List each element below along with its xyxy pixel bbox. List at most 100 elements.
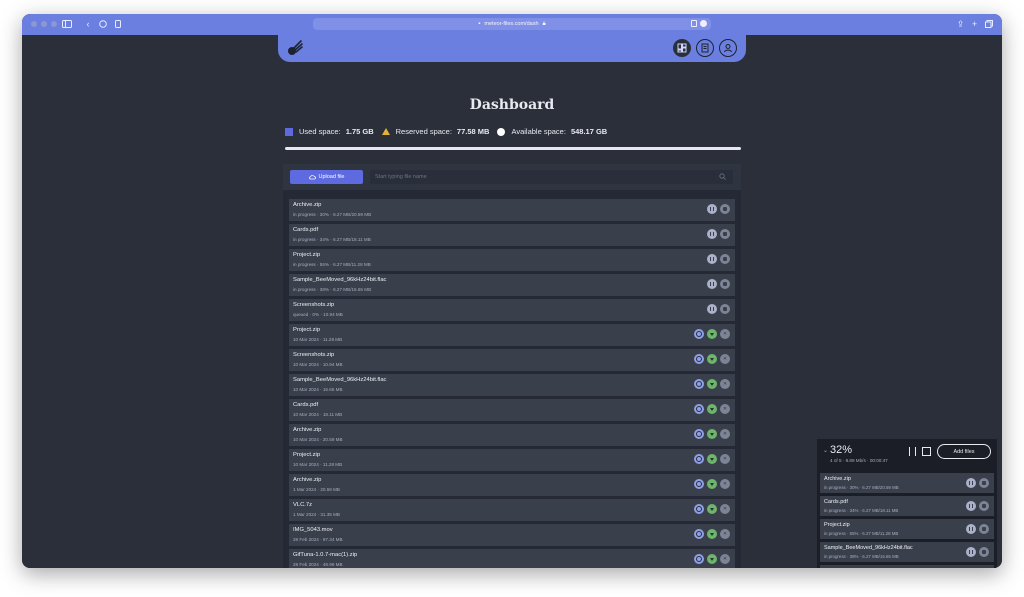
pause-icon[interactable] [707, 279, 717, 289]
pause-icon[interactable] [707, 229, 717, 239]
file-row[interactable]: Project.zip 10 Mar 2024 · 11.28 MB [289, 449, 735, 471]
file-row[interactable]: Screenshots.zip 10 Mar 2024 · 10.94 MB [289, 349, 735, 371]
pause-icon[interactable] [966, 501, 976, 511]
address-bar[interactable]: ▪ meteor-files.com/dash 🔒︎ [313, 18, 711, 30]
docs-icon[interactable] [696, 39, 714, 57]
file-row[interactable]: GifTuna-1.0.7-mac(1).zip 28 Feb 2024 · 48… [289, 549, 735, 568]
link-icon[interactable] [694, 504, 704, 514]
account-icon[interactable] [719, 39, 737, 57]
stop-icon[interactable] [720, 279, 730, 289]
pause-all-icon[interactable] [909, 447, 916, 456]
pause-icon[interactable] [707, 304, 717, 314]
delete-icon[interactable] [720, 404, 730, 414]
file-row[interactable]: Cards.pdf in progress · 34% · 6.27 MB/18.… [289, 224, 735, 246]
extension-icon[interactable] [700, 20, 707, 27]
stop-all-icon[interactable] [922, 447, 931, 456]
upload-percent[interactable]: ⌄ 32% [823, 444, 852, 456]
delete-icon[interactable] [720, 379, 730, 389]
file-row[interactable]: Archive.zip 10 Mar 2024 · 20.59 MB [289, 424, 735, 446]
pause-icon[interactable] [966, 478, 976, 488]
sidebar-toggle-icon[interactable] [60, 18, 74, 30]
file-row[interactable]: Cards.pdf 10 Mar 2024 · 18.11 MB [289, 399, 735, 421]
link-icon[interactable] [694, 529, 704, 539]
upload-queue-row[interactable]: Cards.pdf in progress · 34% · 6.27 MB/18.… [820, 496, 994, 516]
link-icon[interactable] [694, 554, 704, 564]
download-icon[interactable] [707, 404, 717, 414]
search-input[interactable] [375, 174, 705, 180]
tab-overview-icon[interactable] [984, 18, 994, 30]
link-icon[interactable] [694, 329, 704, 339]
download-icon[interactable] [707, 354, 717, 364]
stop-icon[interactable] [979, 524, 989, 534]
stop-icon[interactable] [720, 204, 730, 214]
add-files-button[interactable]: Add files [937, 444, 991, 459]
dashboard-icon[interactable] [673, 39, 691, 57]
stop-icon[interactable] [720, 229, 730, 239]
download-icon[interactable] [707, 329, 717, 339]
upload-queue-row[interactable]: Project.zip in progress · 55% · 6.27 MB/1… [820, 519, 994, 539]
upload-file-button[interactable]: Upload file [290, 170, 363, 184]
link-icon[interactable] [694, 379, 704, 389]
stop-icon[interactable] [979, 478, 989, 488]
delete-icon[interactable] [720, 554, 730, 564]
download-icon[interactable] [707, 504, 717, 514]
delete-icon[interactable] [720, 329, 730, 339]
delete-icon[interactable] [720, 429, 730, 439]
search-icon[interactable] [719, 173, 726, 180]
file-row[interactable]: Archive.zip in progress · 30% · 6.27 MB/2… [289, 199, 735, 221]
delete-icon[interactable] [720, 354, 730, 364]
link-icon[interactable] [694, 429, 704, 439]
download-icon[interactable] [707, 379, 717, 389]
upload-queue-row[interactable]: Archive.zip in progress · 30% · 6.27 MB/2… [820, 473, 994, 493]
file-row[interactable]: Sample_BeeMoved_96kHz24bit.flac in progre… [289, 274, 735, 296]
tab-icon[interactable] [114, 18, 122, 30]
search-box[interactable] [370, 170, 733, 184]
file-row[interactable]: IMG_5043.mov 28 Feb 2024 · 97.34 MB [289, 524, 735, 546]
meteor-logo-icon[interactable] [286, 39, 304, 57]
page-content: Dashboard Used space: 1.75 GB Reserved s… [22, 35, 1002, 568]
file-name: Sample_BeeMoved_96kHz24bit.flac [293, 377, 387, 383]
delete-icon[interactable] [720, 529, 730, 539]
stop-icon[interactable] [979, 547, 989, 557]
file-meta: 28 Feb 2024 · 97.34 MB [293, 537, 343, 542]
stop-icon[interactable] [720, 304, 730, 314]
file-meta: 10 Mar 2024 · 11.28 MB [293, 337, 343, 342]
link-icon[interactable] [694, 479, 704, 489]
storage-progress-bar [285, 147, 741, 150]
download-icon[interactable] [707, 554, 717, 564]
reader-icon[interactable] [691, 20, 697, 27]
file-row[interactable]: VLC.7z 1 Mar 2024 · 31.35 MB [289, 499, 735, 521]
file-row[interactable]: Screenshots.zip queued · 0% · 10.94 MB [289, 299, 735, 321]
download-icon[interactable] [707, 454, 717, 464]
download-icon[interactable] [707, 429, 717, 439]
delete-icon[interactable] [720, 504, 730, 514]
reserved-space-label: Reserved space: [395, 127, 452, 136]
share-icon[interactable]: ⇪ [956, 18, 965, 30]
chevron-down-icon[interactable]: ⌄ [823, 448, 828, 454]
download-icon[interactable] [707, 529, 717, 539]
file-meta: in progress · 55% · 6.27 MB/11.28 MB [824, 531, 899, 536]
stop-icon[interactable] [720, 254, 730, 264]
back-icon[interactable]: ‹ [84, 18, 92, 30]
file-row[interactable]: Project.zip 10 Mar 2024 · 11.28 MB [289, 324, 735, 346]
delete-icon[interactable] [720, 454, 730, 464]
pause-icon[interactable] [707, 204, 717, 214]
pause-icon[interactable] [966, 524, 976, 534]
file-row[interactable]: Project.zip in progress · 55% · 6.27 MB/1… [289, 249, 735, 271]
link-icon[interactable] [694, 404, 704, 414]
link-icon[interactable] [694, 354, 704, 364]
shield-icon[interactable] [98, 18, 108, 30]
window-controls[interactable] [31, 21, 57, 27]
download-icon[interactable] [707, 479, 717, 489]
file-row[interactable]: Archive.zip 1 Mar 2024 · 20.59 MB [289, 474, 735, 496]
link-icon[interactable] [694, 454, 704, 464]
file-row[interactable]: Sample_BeeMoved_96kHz24bit.flac 10 Mar 20… [289, 374, 735, 396]
reserved-space-value: 77.58 MB [456, 127, 490, 136]
new-tab-icon[interactable]: + [970, 18, 979, 30]
delete-icon[interactable] [720, 479, 730, 489]
pause-icon[interactable] [707, 254, 717, 264]
upload-queue-row[interactable]: Screenshots.zipqueued · 0% · 10.94 MB [820, 565, 994, 568]
pause-icon[interactable] [966, 547, 976, 557]
stop-icon[interactable] [979, 501, 989, 511]
upload-queue-row[interactable]: Sample_BeeMoved_96kHz24bit.flac in progre… [820, 542, 994, 562]
